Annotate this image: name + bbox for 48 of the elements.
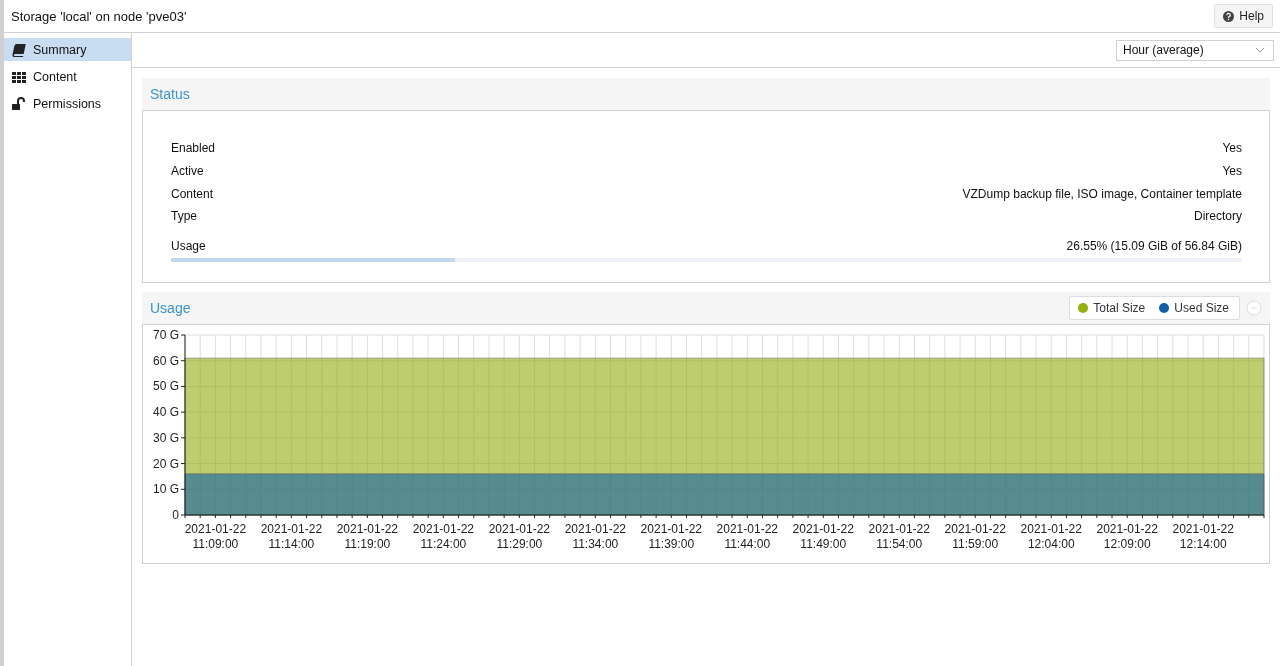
x-tick-label: 2021-01-22 11:59:00	[944, 521, 1006, 551]
y-tick-label: 60 G	[153, 353, 179, 368]
x-tick-label: 2021-01-22 11:19:00	[336, 521, 399, 551]
sidebar-item[interactable]: Permissions	[4, 92, 131, 115]
x-tick-label: 2021-01-22 12:04:00	[1020, 521, 1082, 551]
x-tick-label: 2021-01-22 11:54:00	[868, 521, 930, 551]
collapse-icon[interactable]	[1246, 299, 1262, 316]
y-tick-label: 30 G	[153, 430, 179, 445]
y-tick-label: 70 G	[153, 327, 179, 342]
y-tick-label: 20 G	[153, 456, 179, 471]
field-value: 26.55% (15.09 GiB of 56.84 GiB)	[1066, 238, 1242, 253]
x-tick-label: 2021-01-22 12:09:00	[1096, 521, 1158, 551]
field-value: Yes	[1222, 164, 1242, 179]
field-label: Active	[171, 164, 204, 179]
y-tick-label: 40 G	[153, 404, 179, 419]
book-icon	[12, 42, 26, 57]
sidebar-item[interactable]: Summary	[4, 38, 131, 61]
field-label: Enabled	[171, 141, 216, 156]
legend-item[interactable]: Used Size	[1159, 300, 1229, 315]
y-tick-label: 10 G	[153, 482, 179, 497]
caret-icon	[1255, 47, 1265, 53]
field-label: Type	[171, 209, 197, 224]
x-tick-label: 2021-01-22 11:34:00	[564, 521, 626, 551]
field-label: Usage	[171, 238, 206, 253]
x-tick-label: 2021-01-22 11:24:00	[412, 521, 475, 551]
x-tick-label: 2021-01-22 11:39:00	[640, 521, 702, 551]
x-tick-label: 2021-01-22 11:09:00	[184, 521, 247, 551]
help-button[interactable]: Help	[1214, 4, 1273, 28]
y-tick-label: 50 G	[153, 379, 179, 394]
panel-title: Usage	[150, 299, 192, 316]
legend-item[interactable]: Total Size	[1078, 300, 1146, 315]
x-tick-label: 2021-01-22 11:44:00	[716, 521, 778, 551]
unlocked-padlock-icon	[12, 96, 26, 111]
y-tick-label: 0	[172, 507, 179, 522]
sidebar-item[interactable]: Content	[4, 65, 131, 88]
page-title: Storage 'local' on node 'pve03'	[11, 8, 187, 24]
help-icon	[1223, 10, 1235, 22]
x-tick-label: 2021-01-22 11:14:00	[260, 521, 323, 551]
field-value: VZDump backup file, ISO image, Container template	[962, 186, 1242, 201]
x-tick-label: 2021-01-22 11:29:00	[488, 521, 551, 551]
field-value: Directory	[1194, 209, 1242, 224]
panel-title: Status	[150, 86, 191, 102]
field-label: Content	[171, 186, 214, 201]
grid-icon	[12, 69, 26, 84]
x-tick-label: 2021-01-22 11:49:00	[792, 521, 854, 551]
x-tick-label: 2021-01-22 12:14:00	[1172, 521, 1234, 551]
field-value: Yes	[1222, 141, 1242, 156]
timeframe-dropdown[interactable]: Hour (average)	[1116, 39, 1274, 61]
